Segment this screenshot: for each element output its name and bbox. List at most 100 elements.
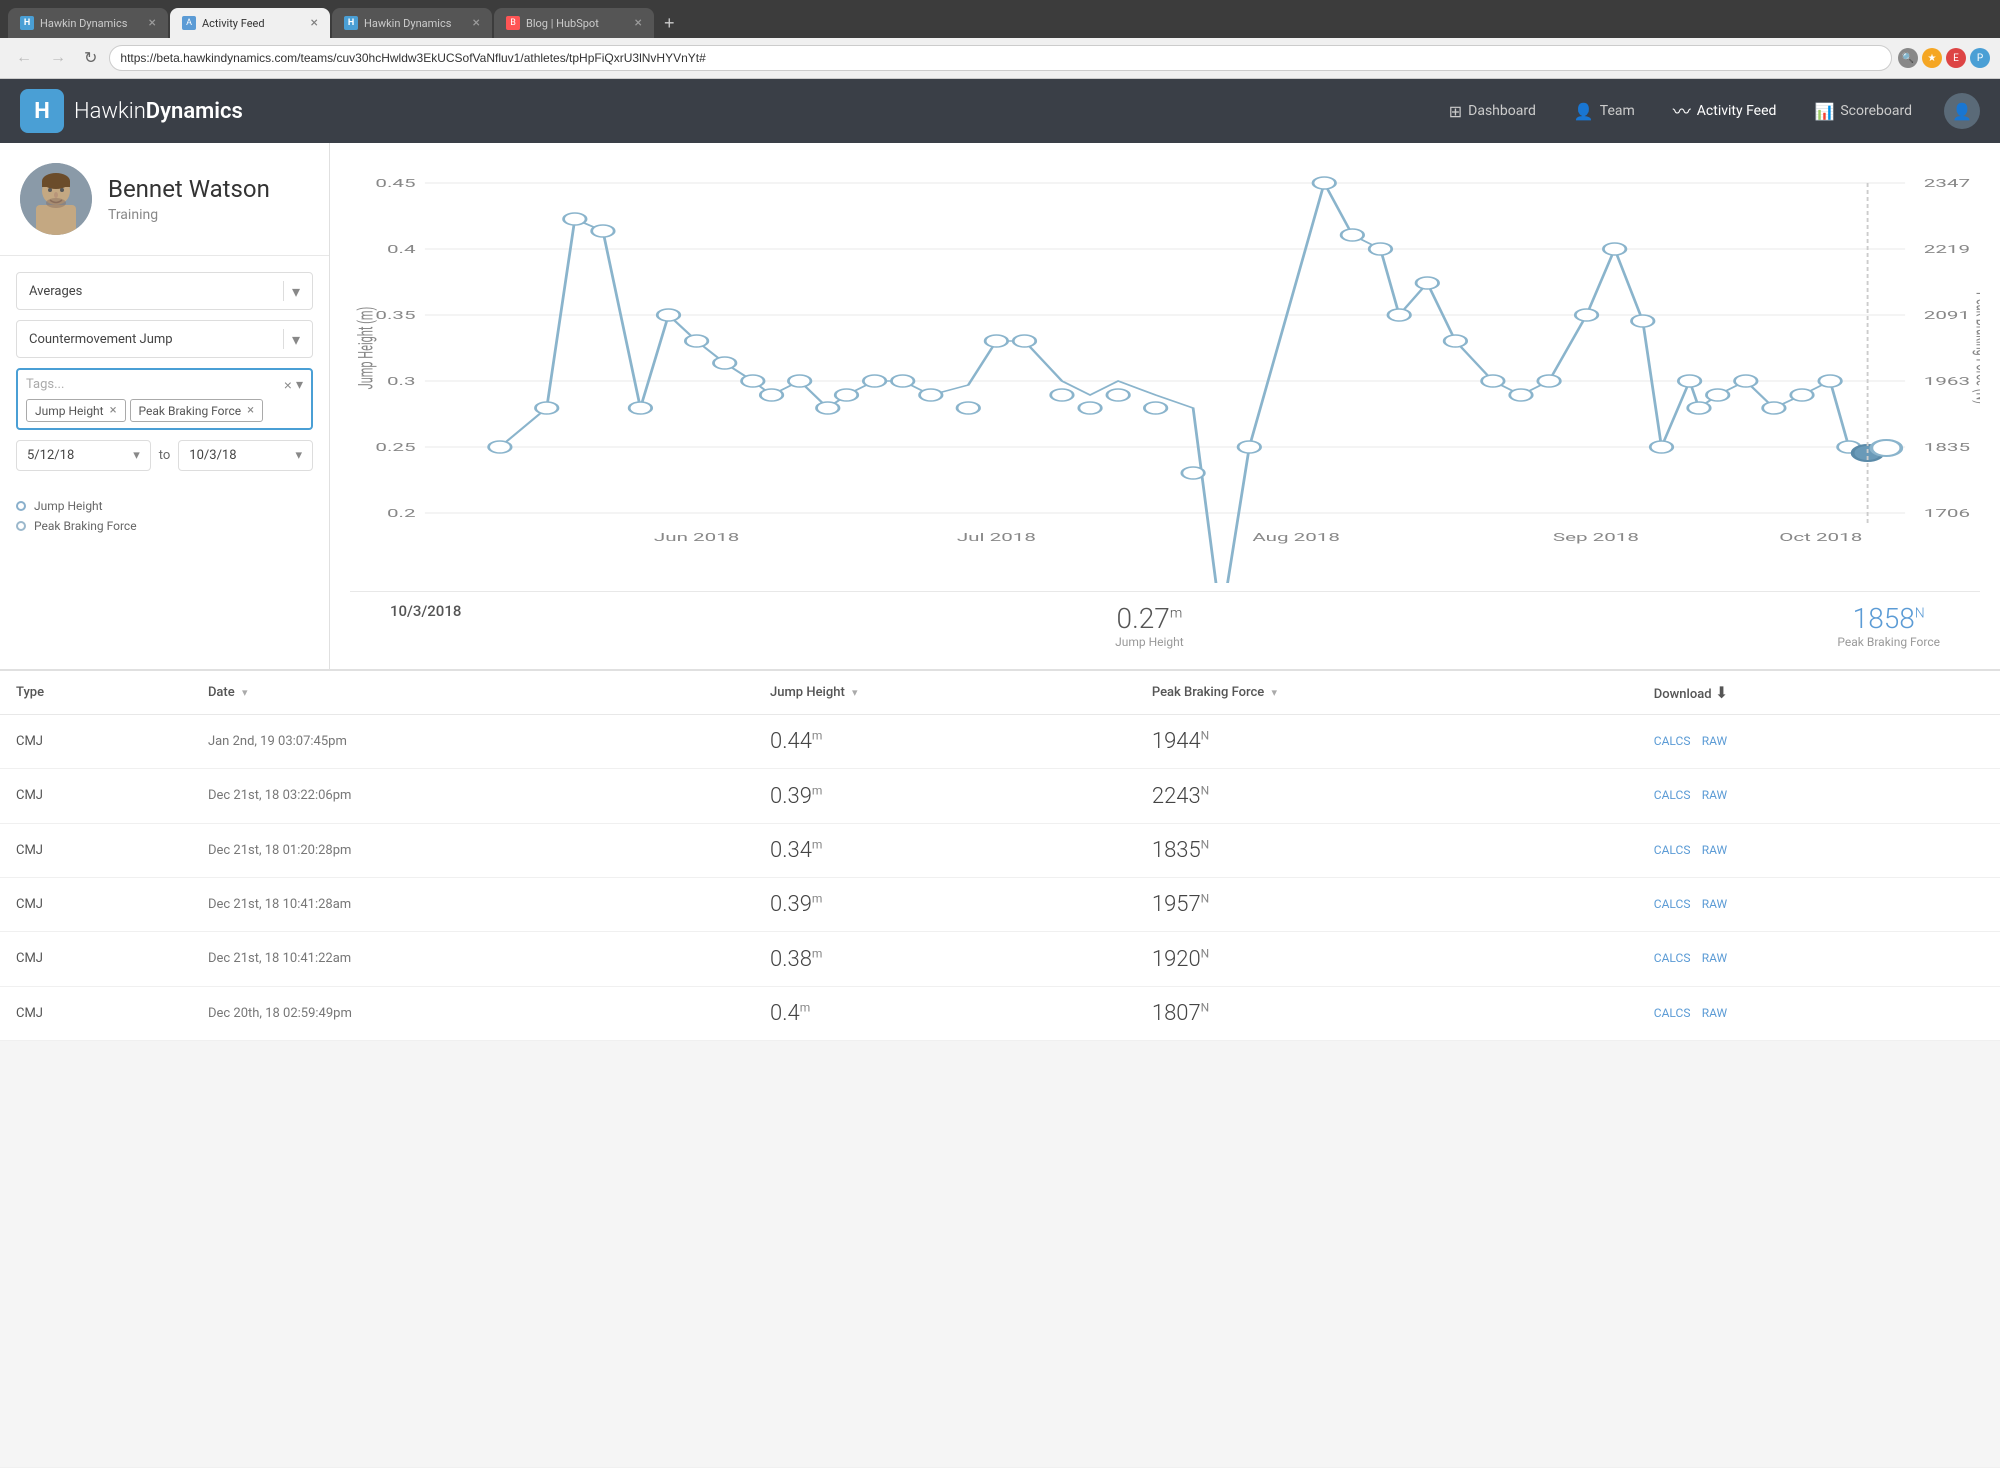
row-braking: 1957N <box>1136 877 1638 931</box>
bookmark-icon[interactable]: ★ <box>1922 48 1942 68</box>
table-scroll[interactable]: Type Date ▾ Jump Height ▾ Peak Braking F… <box>0 671 2000 1041</box>
date-from-picker[interactable]: 5/12/18 ▾ <box>16 440 151 471</box>
row-raw-btn[interactable]: RAW <box>1702 843 1727 857</box>
browser-tab-hubspot[interactable]: B Blog | HubSpot × <box>494 8 654 38</box>
divider2 <box>283 329 284 349</box>
extensions-icon[interactable]: E <box>1946 48 1966 68</box>
new-tab-button[interactable]: + <box>656 9 683 38</box>
tags-clear-button[interactable]: × <box>284 377 292 393</box>
tab-close-hawkin1[interactable]: × <box>149 15 156 31</box>
refresh-button[interactable]: ↻ <box>78 44 103 72</box>
svg-text:2219: 2219 <box>1924 244 1970 257</box>
forward-button[interactable]: → <box>44 45 72 71</box>
row-braking: 1944N <box>1136 715 1638 769</box>
table-header-row: Type Date ▾ Jump Height ▾ Peak Braking F… <box>0 671 2000 715</box>
divider <box>283 281 284 301</box>
row-type: CMJ <box>0 932 192 986</box>
legend-dot-braking <box>16 521 26 531</box>
chart-svg-wrapper: 0.45 0.4 0.35 0.3 0.25 0.2 2347 2219 209… <box>350 163 1980 583</box>
row-raw-btn[interactable]: RAW <box>1702 951 1727 965</box>
svg-text:Aug 2018: Aug 2018 <box>1252 532 1340 545</box>
row-raw-btn[interactable]: RAW <box>1702 897 1727 911</box>
user-avatar[interactable]: 👤 <box>1944 93 1980 129</box>
chart-tooltip-area: 10/3/2018 0.27m Jump Height 1858N <box>350 591 1980 659</box>
browser-tab-activity[interactable]: A Activity Feed × <box>170 8 330 38</box>
row-date: Dec 21st, 18 03:22:06pm <box>192 769 754 823</box>
tag-jump-height-label: Jump Height <box>35 404 104 418</box>
navbar: H HawkinDynamics ⊞ Dashboard 👤 Team 〰 Ac… <box>0 79 2000 143</box>
date-to-picker[interactable]: 10/3/18 ▾ <box>178 440 313 471</box>
svg-text:1963: 1963 <box>1924 376 1970 389</box>
profile-icon[interactable]: P <box>1970 48 1990 68</box>
tag-row: Jump Height × Peak Braking Force × <box>26 399 303 422</box>
row-raw-btn[interactable]: RAW <box>1702 1006 1727 1020</box>
row-type: CMJ <box>0 823 192 877</box>
tag-jump-height-remove[interactable]: × <box>110 403 117 418</box>
tags-header: Tags... × ▾ <box>26 376 303 393</box>
browser-tab-hawkin1[interactable]: H Hawkin Dynamics × <box>8 8 168 38</box>
tooltip-braking-value: 1858N <box>1837 602 1940 635</box>
data-section: Type Date ▾ Jump Height ▾ Peak Braking F… <box>0 669 2000 1041</box>
nav-activity[interactable]: 〰 Activity Feed <box>1657 90 1793 132</box>
row-raw-btn[interactable]: RAW <box>1702 734 1727 748</box>
chart-area: 0.45 0.4 0.35 0.3 0.25 0.2 2347 2219 209… <box>350 163 1980 659</box>
svg-text:0.45: 0.45 <box>375 178 415 191</box>
row-date: Dec 21st, 18 10:41:22am <box>192 932 754 986</box>
row-download: CALCS RAW <box>1638 986 2000 1040</box>
nav-dashboard[interactable]: ⊞ Dashboard <box>1433 94 1552 129</box>
tag-jump-height: Jump Height × <box>26 399 126 422</box>
search-toolbar-icon[interactable]: 🔍 <box>1898 48 1918 68</box>
jump-type-arrow: ▾ <box>292 330 300 349</box>
tab-close-hubspot[interactable]: × <box>635 15 642 31</box>
braking-sort-icon: ▾ <box>1271 686 1277 699</box>
tab-title-hawkin1: Hawkin Dynamics <box>40 17 143 30</box>
svg-text:0.25: 0.25 <box>375 442 415 455</box>
row-date: Dec 21st, 18 01:20:28pm <box>192 823 754 877</box>
tab-close-hawkin2[interactable]: × <box>473 15 480 31</box>
svg-text:2091: 2091 <box>1924 310 1970 323</box>
row-type: CMJ <box>0 877 192 931</box>
row-calcs-btn[interactable]: CALCS <box>1654 788 1691 802</box>
nav-team[interactable]: 👤 Team <box>1558 94 1651 129</box>
table-row: CMJ Jan 2nd, 19 03:07:45pm 0.44m 1944N C… <box>0 715 2000 769</box>
app: H HawkinDynamics ⊞ Dashboard 👤 Team 〰 Ac… <box>0 79 2000 1467</box>
back-button[interactable]: ← <box>10 45 38 71</box>
row-jump: 0.4m <box>754 986 1136 1040</box>
browser-tab-hawkin2[interactable]: H Hawkin Dynamics × <box>332 8 492 38</box>
metric-type-arrow: ▾ <box>292 282 300 301</box>
row-type: CMJ <box>0 986 192 1040</box>
svg-text:1706: 1706 <box>1924 508 1970 521</box>
nav-dashboard-label: Dashboard <box>1468 103 1536 119</box>
row-calcs-btn[interactable]: CALCS <box>1654 843 1691 857</box>
legend-jump-height: Jump Height <box>16 499 313 513</box>
row-date: Jan 2nd, 19 03:07:45pm <box>192 715 754 769</box>
row-calcs-btn[interactable]: CALCS <box>1654 734 1691 748</box>
tab-close-activity[interactable]: × <box>311 15 318 31</box>
table-row: CMJ Dec 21st, 18 03:22:06pm 0.39m 2243N … <box>0 769 2000 823</box>
col-jump[interactable]: Jump Height ▾ <box>754 671 1136 715</box>
content-area: Bennet Watson Training Averages ▾ Counte… <box>0 143 2000 1041</box>
tag-peak-braking-label: Peak Braking Force <box>139 404 242 418</box>
tag-peak-braking-remove[interactable]: × <box>247 403 254 418</box>
row-calcs-btn[interactable]: CALCS <box>1654 897 1691 911</box>
row-calcs-btn[interactable]: CALCS <box>1654 951 1691 965</box>
metric-type-select[interactable]: Averages ▾ <box>16 272 313 310</box>
navbar-logo[interactable]: H HawkinDynamics <box>20 89 243 133</box>
tags-placeholder: Tags... <box>26 377 284 392</box>
row-download: CALCS RAW <box>1638 823 2000 877</box>
row-calcs-btn[interactable]: CALCS <box>1654 1006 1691 1020</box>
nav-scoreboard[interactable]: 📊 Scoreboard <box>1798 94 1928 129</box>
address-bar[interactable] <box>109 45 1892 71</box>
tags-container[interactable]: Tags... × ▾ Jump Height × Peak Braking F… <box>16 368 313 430</box>
tags-arrow-button[interactable]: ▾ <box>296 376 303 393</box>
jump-type-select[interactable]: Countermovement Jump ▾ <box>16 320 313 358</box>
date-separator: to <box>159 448 171 463</box>
tab-title-hubspot: Blog | HubSpot <box>526 17 629 30</box>
col-date[interactable]: Date ▾ <box>192 671 754 715</box>
col-braking[interactable]: Peak Braking Force ▾ <box>1136 671 1638 715</box>
download-icon: ⬇ <box>1715 683 1728 702</box>
tooltip-jump-metric: 0.27m Jump Height <box>1115 602 1184 649</box>
row-raw-btn[interactable]: RAW <box>1702 788 1727 802</box>
nav-team-label: Team <box>1600 103 1635 119</box>
row-braking: 1807N <box>1136 986 1638 1040</box>
